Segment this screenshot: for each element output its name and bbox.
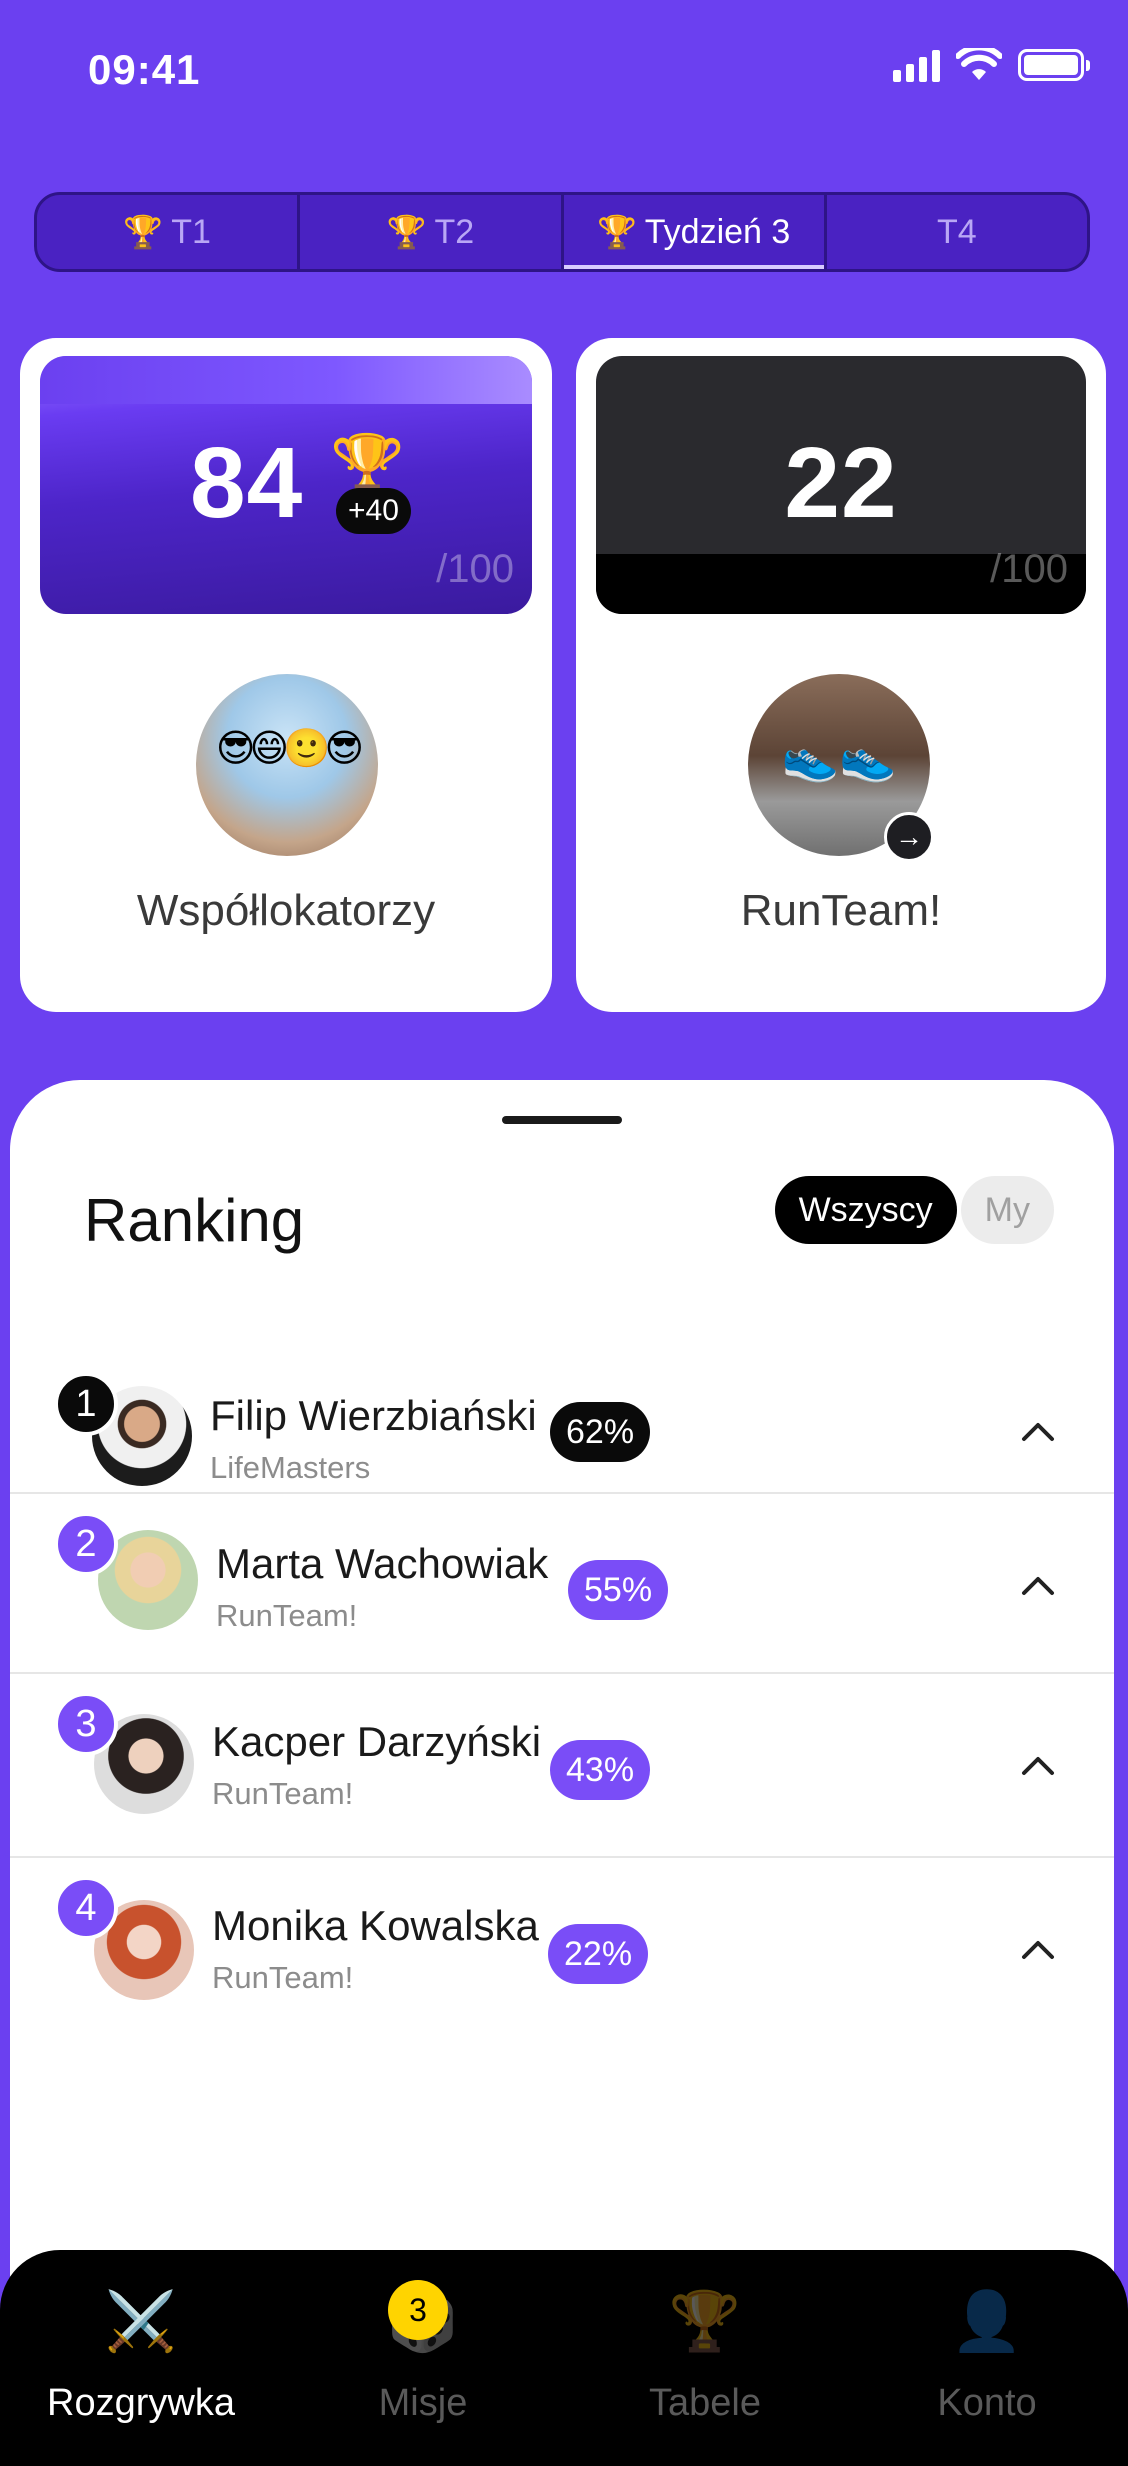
nav-label: Rozgrywka: [47, 2382, 235, 2424]
rank-percent-badge: 62%: [550, 1402, 651, 1462]
group-photo-icon: 😎😄🙂😎: [215, 728, 364, 770]
team-avatar: 😎😄🙂😎: [196, 674, 378, 856]
ranking-filter: Wszyscy My: [774, 1176, 1054, 1244]
team-score-card-wspollokatorzy[interactable]: 84 🏆 +40 /100 😎😄🙂😎 Współlokatorzy: [20, 338, 552, 1012]
score-value: 84: [190, 427, 304, 539]
team-score-card-runteam[interactable]: 22 /100 👟👟 → RunTeam!: [576, 338, 1106, 1012]
rank-badge: 4: [54, 1876, 118, 1940]
nav-item-rozgrywka[interactable]: ⚔️ Rozgrywka: [0, 2250, 282, 2466]
rank-percent-badge: 22%: [548, 1924, 649, 1984]
chevron-up-icon[interactable]: [1018, 1412, 1058, 1452]
swords-icon: ⚔️: [104, 2289, 178, 2354]
tab-week-1[interactable]: 🏆 T1: [37, 195, 297, 269]
nav-label: Tabele: [649, 2382, 761, 2424]
tab-week-3[interactable]: 🏆 Tydzień 3: [560, 195, 825, 269]
ranking-row[interactable]: 2 Marta Wachowiak RunTeam! 55%: [10, 1492, 1114, 1672]
score-max: /100: [990, 547, 1068, 591]
nav-item-konto[interactable]: 👤 Konto: [846, 2250, 1128, 2466]
rank-percent-badge: 43%: [550, 1740, 651, 1800]
ranking-row[interactable]: 3 Kacper Darzyński RunTeam! 43%: [10, 1672, 1114, 1852]
team-name: RunTeam!: [740, 886, 942, 935]
status-bar: 09:41: [0, 0, 1128, 140]
filter-mine-button[interactable]: My: [960, 1176, 1054, 1244]
trophy-icon: 🏆: [668, 2289, 742, 2354]
sheet-drag-handle[interactable]: [502, 1116, 622, 1124]
trophy-icon: 🏆: [123, 214, 164, 250]
screen: 09:41 🏆 T1 🏆 T2 🏆 Tydzień 3 T4 84 🏆 +40 …: [0, 0, 1128, 2466]
team-name: Współlokatorzy: [136, 886, 436, 935]
rank-name: Monika Kowalska: [212, 1902, 539, 1949]
rank-name: Kacper Darzyński: [212, 1718, 542, 1765]
rank-name: Marta Wachowiak: [216, 1540, 549, 1587]
wifi-icon: [956, 48, 1002, 80]
tab-label: T1: [171, 212, 211, 251]
rank-badge: 2: [54, 1512, 118, 1576]
tab-week-4[interactable]: T4: [823, 195, 1087, 269]
notification-badge: 3: [388, 2280, 448, 2340]
score-bonus-badge: +40: [336, 488, 411, 534]
chevron-up-icon[interactable]: [1018, 1566, 1058, 1606]
tab-label: T2: [434, 212, 475, 251]
tab-label: T4: [937, 212, 977, 251]
rank-percent-badge: 55%: [568, 1560, 669, 1620]
nav-label: Konto: [937, 2382, 1037, 2424]
ranking-title: Ranking: [84, 1187, 305, 1254]
status-icons: [893, 48, 1090, 82]
tab-week-2[interactable]: 🏆 T2: [297, 195, 560, 269]
trophy-icon: 🏆: [596, 214, 637, 250]
tab-label: Tydzień 3: [644, 212, 791, 251]
battery-icon: [1018, 49, 1090, 81]
arrow-right-icon[interactable]: →: [884, 812, 934, 862]
nav-item-misje[interactable]: 3 🎲 Misje: [282, 2250, 564, 2466]
rank-team: LifeMasters: [210, 1450, 371, 1485]
chevron-up-icon[interactable]: [1018, 1746, 1058, 1786]
score-value: 22: [784, 427, 898, 539]
rank-team: RunTeam!: [212, 1960, 354, 1995]
person-icon: 👤: [950, 2289, 1024, 2354]
week-tabs: 🏆 T1 🏆 T2 🏆 Tydzień 3 T4: [34, 192, 1090, 272]
chevron-up-icon[interactable]: [1018, 1930, 1058, 1970]
status-time: 09:41: [88, 46, 201, 93]
filter-all-button[interactable]: Wszyscy: [774, 1176, 957, 1244]
runners-photo-icon: 👟👟: [781, 731, 897, 783]
rank-badge: 3: [54, 1692, 118, 1756]
score-box: 84 🏆 +40 /100: [40, 356, 532, 614]
ranking-row[interactable]: 1 Filip Wierzbiański LifeMasters 62%: [10, 1336, 1114, 1516]
trophy-icon: 🏆: [386, 214, 427, 250]
rank-team: RunTeam!: [212, 1776, 354, 1811]
ranking-row[interactable]: 4 Monika Kowalska RunTeam! 22%: [10, 1856, 1114, 2036]
rank-team: RunTeam!: [216, 1598, 358, 1633]
score-box: 22 /100: [596, 356, 1086, 614]
nav-item-tabele[interactable]: 🏆 Tabele: [564, 2250, 846, 2466]
signal-icon: [893, 48, 940, 82]
bottom-nav: ⚔️ Rozgrywka 3 🎲 Misje 🏆 Tabele 👤 Konto: [0, 2250, 1128, 2466]
score-max: /100: [436, 547, 514, 591]
rank-name: Filip Wierzbiański: [210, 1392, 537, 1439]
nav-label: Misje: [378, 2382, 468, 2424]
rank-badge: 1: [54, 1372, 118, 1436]
